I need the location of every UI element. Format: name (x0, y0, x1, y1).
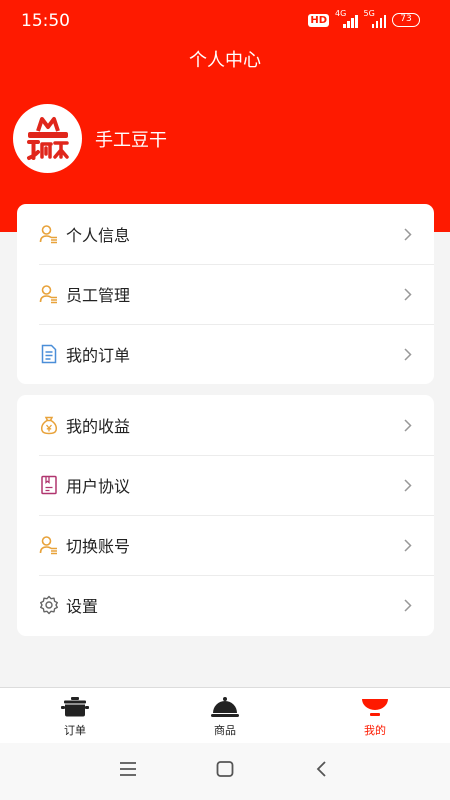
avatar[interactable] (13, 104, 82, 173)
chevron-right-icon (404, 419, 412, 432)
home-icon[interactable] (216, 761, 234, 777)
menu-item-personal-info[interactable]: 个人信息 (17, 204, 434, 264)
tab-label: 商品 (214, 724, 236, 737)
back-icon[interactable] (315, 761, 327, 777)
person-list-icon (39, 535, 59, 555)
menu-item-label: 我的订单 (66, 346, 131, 365)
menu-item-label: 切换账号 (66, 537, 131, 556)
menu-item-label: 员工管理 (66, 286, 131, 305)
menu-item-label: 设置 (66, 597, 99, 616)
chevron-right-icon (404, 348, 412, 361)
status-bar: 15:50 HD 4G 5G 73 (0, 0, 450, 40)
menu-item-my-orders[interactable]: 我的订单 (17, 324, 434, 384)
person-list-icon (39, 224, 59, 244)
bottom-tab-bar: 订单 商品 我的 (0, 687, 450, 743)
menu-item-label: 我的收益 (66, 417, 131, 436)
chevron-right-icon (404, 228, 412, 241)
username: 手工豆干 (95, 130, 167, 151)
bowl-icon (362, 699, 388, 716)
tab-orders[interactable]: 订单 (0, 688, 150, 743)
chevron-right-icon (404, 288, 412, 301)
chevron-right-icon (404, 599, 412, 612)
menu-card-account: 个人信息 员工管理 我的订单 (17, 204, 434, 384)
page-title: 个人中心 (189, 50, 261, 71)
signal-5g-icon: 5G (364, 9, 386, 28)
menu-icon[interactable] (119, 761, 137, 777)
hd-badge: HD (308, 13, 329, 27)
document-icon (39, 344, 59, 364)
shop-logo-icon (26, 116, 69, 160)
menu-item-label: 用户协议 (66, 477, 131, 496)
tab-label: 订单 (64, 724, 86, 737)
person-list-icon (39, 284, 59, 304)
menu-item-staff-management[interactable]: 员工管理 (17, 264, 434, 324)
header: 15:50 HD 4G 5G 73 个人中心 手工豆干 (0, 0, 450, 232)
status-time: 15:50 (21, 11, 70, 31)
menu-item-user-agreement[interactable]: 用户协议 (17, 455, 434, 515)
status-indicators: HD 4G 5G 73 (308, 9, 420, 28)
signal-4g-icon: 4G (335, 9, 358, 28)
tab-products[interactable]: 商品 (150, 688, 300, 743)
menu-item-settings[interactable]: 设置 (17, 575, 434, 635)
battery-indicator: 73 (392, 13, 420, 27)
menu-card-general: 我的收益 用户协议 切换账号 设置 (17, 395, 434, 636)
tab-mine[interactable]: 我的 (300, 688, 450, 743)
agreement-icon (39, 475, 59, 495)
tab-label: 我的 (364, 724, 386, 737)
cloche-icon (211, 697, 239, 717)
menu-item-label: 个人信息 (66, 226, 131, 245)
menu-item-my-earnings[interactable]: 我的收益 (17, 395, 434, 455)
system-navigation-bar (0, 743, 450, 800)
menu-item-switch-account[interactable]: 切换账号 (17, 515, 434, 575)
chevron-right-icon (404, 539, 412, 552)
money-bag-icon (39, 415, 59, 435)
pot-icon (61, 697, 89, 717)
gear-icon (39, 595, 59, 615)
chevron-right-icon (404, 479, 412, 492)
